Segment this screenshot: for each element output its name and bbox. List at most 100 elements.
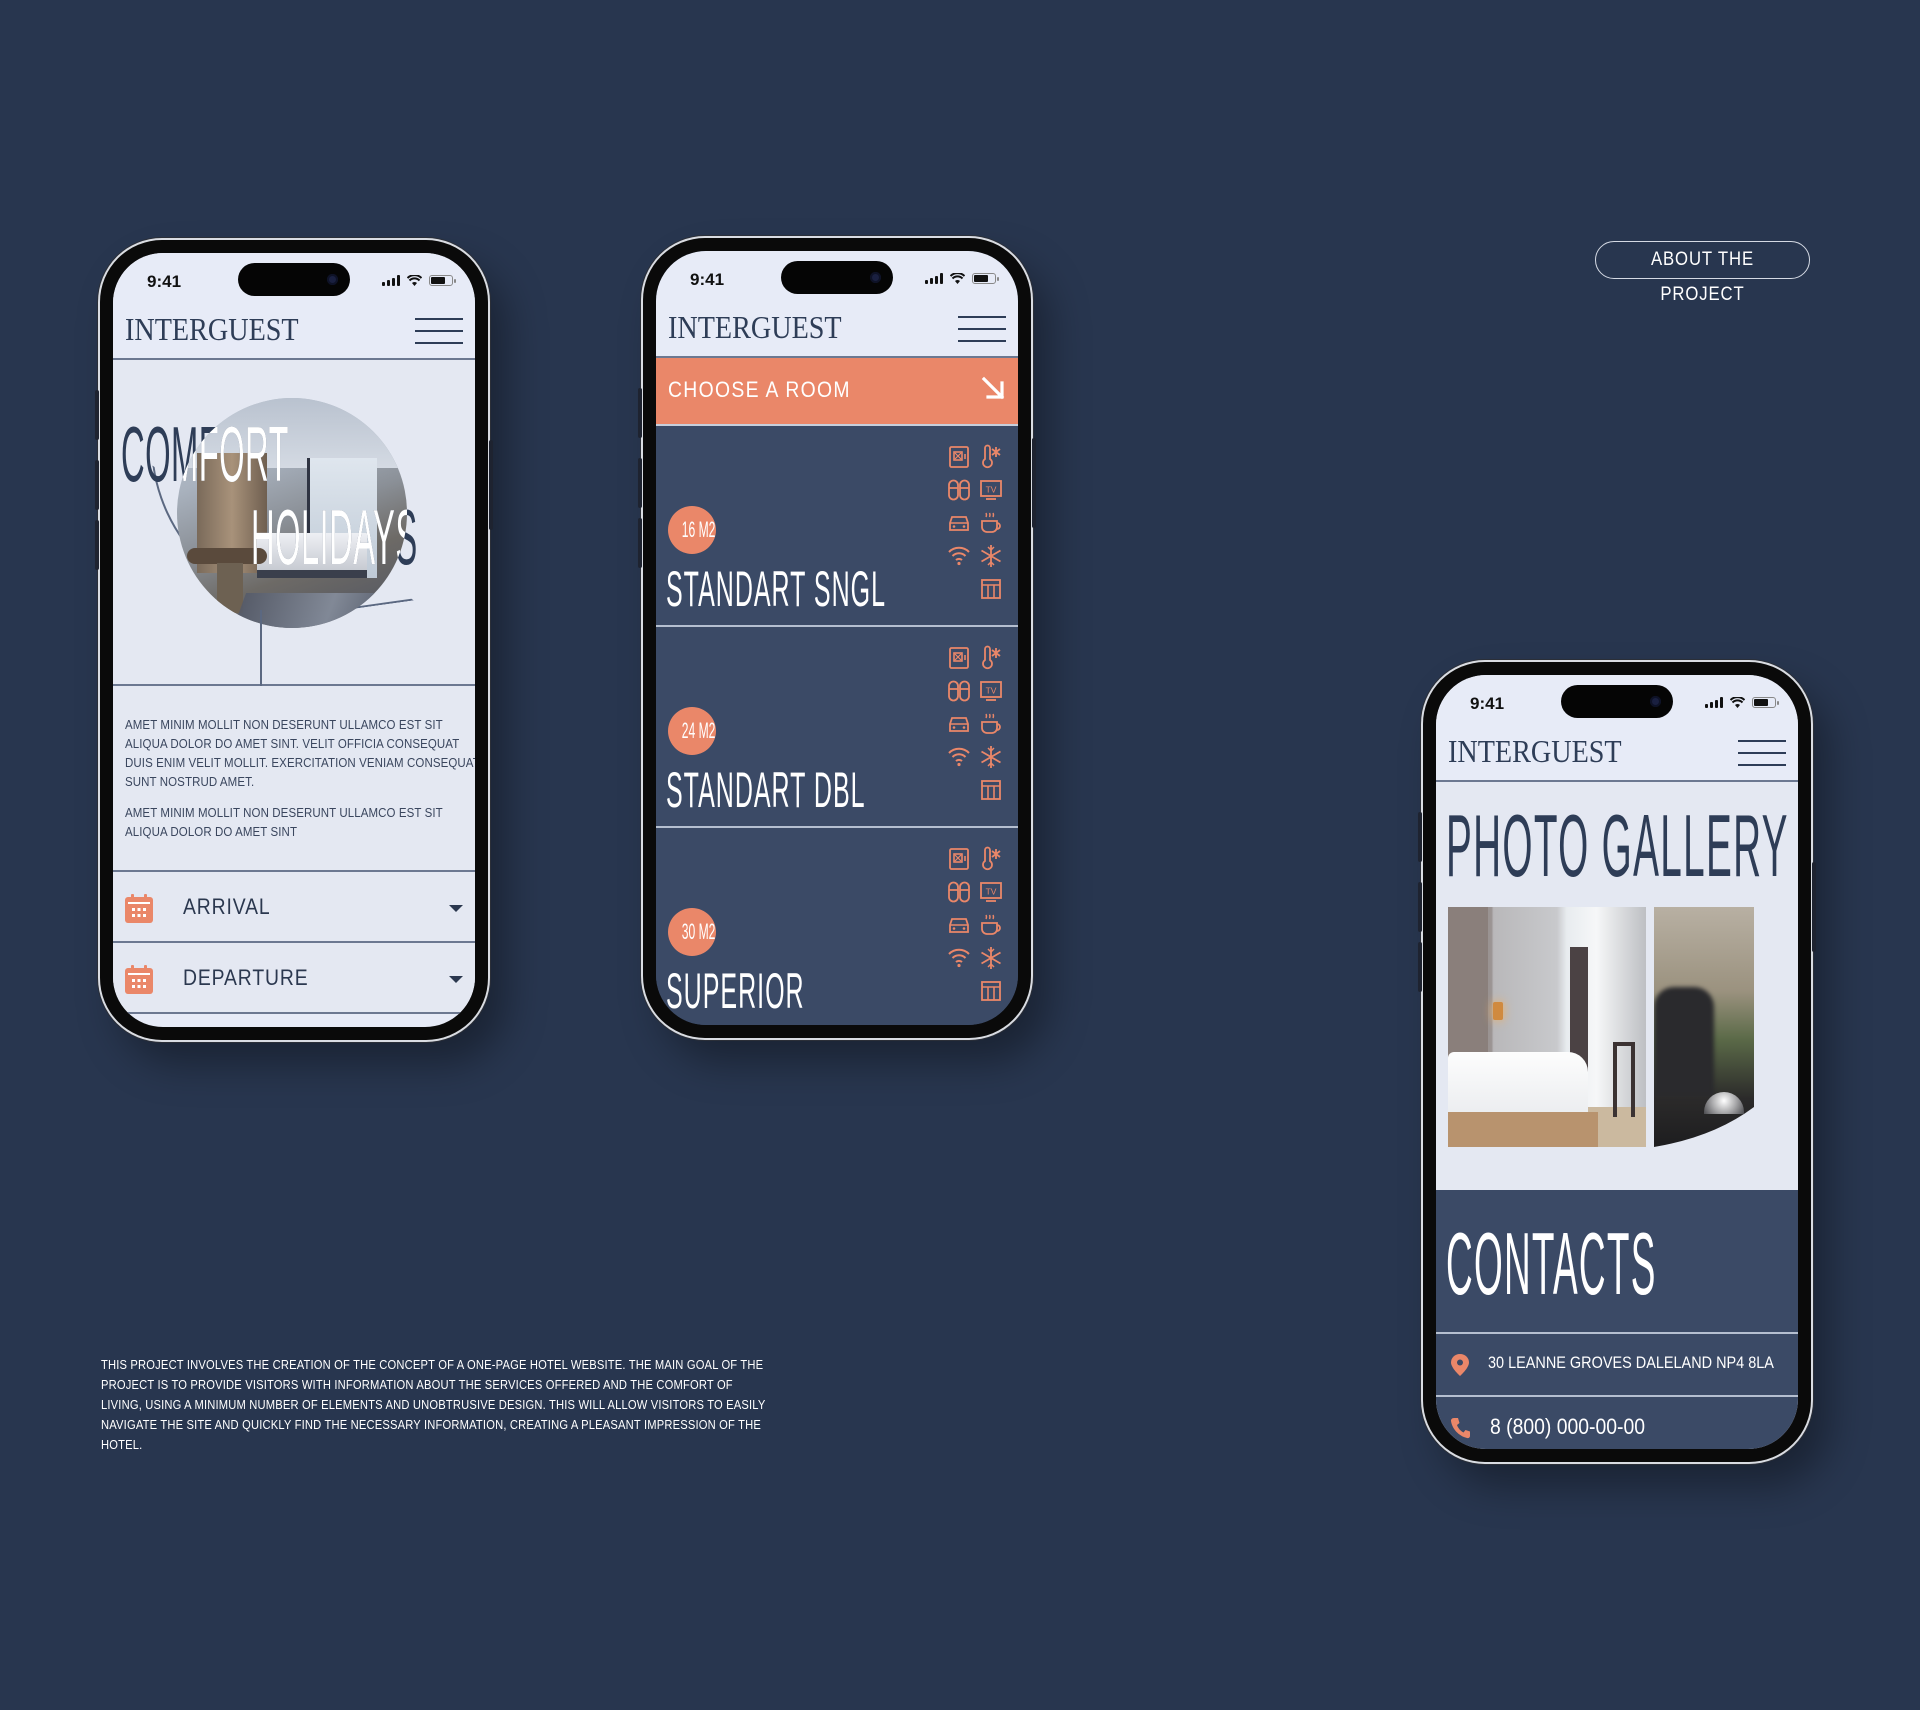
gallery-photo-bedroom[interactable]: [1448, 907, 1646, 1147]
tv-icon: TV: [980, 480, 1002, 500]
svg-text:TV: TV: [986, 887, 997, 897]
dynamic-island: [1561, 685, 1673, 718]
about-the-project-label: ABOUT THE PROJECT: [1650, 249, 1754, 305]
address-text: 30 LEANNE GROVES DALELAND NP4 8LA: [1488, 1353, 1774, 1372]
choose-a-room-button[interactable]: CHOOSE A ROOM: [656, 358, 1018, 426]
phone-screen: 9:41 INTERGUEST CHOOSE A ROOM 16 M2 STAN…: [656, 251, 1018, 1025]
phone-mockup-rooms: 9:41 INTERGUEST CHOOSE A ROOM 16 M2 STAN…: [638, 238, 1036, 1038]
hero-title-line-2-overlay: HOLIDAYS: [251, 493, 418, 581]
thermometer-cold-icon: [982, 444, 1001, 469]
status-time: 9:41: [690, 270, 725, 289]
phone-number-text: 8 (800) 000-00-00: [1490, 1414, 1645, 1439]
battery-icon: [429, 275, 456, 286]
wifi-icon: [948, 546, 970, 566]
choose-a-room-label: CHOOSE A ROOM: [668, 377, 851, 402]
safe-icon: [949, 848, 969, 870]
phone-mockup-home: 9:41 INTERGUEST COMFORT HOLIDAYS COMFORT…: [95, 240, 493, 1040]
phone-icon: [1450, 1418, 1470, 1439]
room-area-badge: 30 M2: [668, 908, 716, 956]
slippers-icon: [948, 881, 970, 903]
room-card[interactable]: 24 M2 STANDART DBL TV: [656, 627, 1018, 828]
app-header: INTERGUEST: [656, 303, 1018, 358]
room-name: SUPERIOR: [666, 963, 805, 1019]
phone-screen: 9:41 INTERGUEST COMFORT HOLIDAYS COMFORT…: [113, 253, 475, 1027]
room-name: STANDART SNGL: [666, 561, 886, 617]
phone-mockup-gallery-contacts: 9:41 INTERGUEST PHOTO GALLERY CONTACTS 3…: [1418, 662, 1816, 1462]
thermometer-cold-icon: [982, 645, 1001, 670]
wifi-icon: [407, 275, 422, 286]
amenity-icons: TV: [946, 645, 1010, 810]
dynamic-island: [238, 263, 350, 296]
hamburger-menu-icon[interactable]: [1738, 740, 1786, 766]
contacts-section: CONTACTS 30 LEANNE GROVES DALELAND NP4 8…: [1436, 1190, 1798, 1449]
camera-icon: [1650, 696, 1661, 707]
thermometer-cold-icon: [982, 846, 1001, 871]
hero-section: COMFORT HOLIDAYS COMFORT HOLIDAYS: [113, 360, 475, 686]
departure-date-select[interactable]: DEPARTURE: [113, 943, 475, 1014]
car-icon: [949, 717, 969, 732]
wifi-icon: [1730, 697, 1745, 708]
arrival-date-select[interactable]: ARRIVAL: [113, 872, 475, 943]
svg-text:TV: TV: [986, 686, 997, 696]
hot-drink-icon: [981, 914, 1001, 935]
chevron-down-icon[interactable]: [449, 976, 463, 983]
wifi-icon: [950, 273, 965, 284]
gallery-title: PHOTO GALLERY: [1446, 796, 1789, 895]
status-bar: 9:41: [1436, 675, 1798, 727]
phone-row[interactable]: 8 (800) 000-00-00: [1436, 1395, 1798, 1449]
status-time: 9:41: [1470, 694, 1505, 713]
hot-drink-icon: [981, 512, 1001, 533]
status-bar: 9:41: [113, 253, 475, 305]
calendar-icon: [125, 894, 153, 923]
room-area-badge: 24 M2: [668, 707, 716, 755]
car-icon: [949, 918, 969, 933]
photo-gallery-section: PHOTO GALLERY: [1436, 782, 1798, 1190]
intro-paragraph: AMET MINIM MOLLIT NON DESERUNT ULLAMCO E…: [125, 718, 475, 789]
safe-icon: [949, 446, 969, 468]
wardrobe-icon: [981, 579, 1001, 599]
room-card[interactable]: 30 M2 SUPERIOR TV: [656, 828, 1018, 1025]
svg-text:TV: TV: [986, 485, 997, 495]
cellular-signal-icon: [382, 275, 400, 286]
chevron-down-icon[interactable]: [449, 905, 463, 912]
hero-title-overlay: COMFORT HOLIDAYS: [177, 398, 418, 628]
battery-icon: [1752, 697, 1779, 708]
status-time: 9:41: [147, 272, 182, 291]
gallery-photo-reception[interactable]: [1654, 907, 1754, 1147]
snowflake-icon: [981, 545, 1001, 567]
address-row[interactable]: 30 LEANNE GROVES DALELAND NP4 8LA: [1436, 1332, 1798, 1395]
brand-logo[interactable]: INTERGUEST: [1448, 733, 1622, 770]
snowflake-icon: [981, 746, 1001, 768]
location-pin-icon: [1451, 1354, 1469, 1376]
arrow-down-right-icon: [981, 376, 1005, 400]
cellular-signal-icon: [925, 273, 943, 284]
amenity-icons: TV: [946, 444, 1010, 609]
wardrobe-icon: [981, 981, 1001, 1001]
project-description: THIS PROJECT INVOLVES THE CREATION OF TH…: [101, 1357, 766, 1452]
dynamic-island: [781, 261, 893, 294]
hot-drink-icon: [981, 713, 1001, 734]
slippers-icon: [948, 680, 970, 702]
hamburger-menu-icon[interactable]: [415, 318, 463, 344]
wifi-icon: [948, 948, 970, 968]
brand-logo[interactable]: INTERGUEST: [668, 309, 842, 346]
calendar-icon: [125, 965, 153, 994]
amenity-icons: TV: [946, 846, 1010, 1011]
status-bar: 9:41: [656, 251, 1018, 303]
intro-text-section: AMET MINIM MOLLIT NON DESERUNT ULLAMCO E…: [113, 686, 475, 872]
contacts-title: CONTACTS: [1446, 1214, 1657, 1313]
hamburger-menu-icon[interactable]: [958, 316, 1006, 342]
car-icon: [949, 516, 969, 531]
camera-icon: [870, 272, 881, 283]
departure-label: DEPARTURE: [183, 965, 309, 990]
room-card[interactable]: 16 M2 STANDART SNGL TV: [656, 426, 1018, 627]
cellular-signal-icon: [1705, 697, 1723, 708]
tv-icon: TV: [980, 882, 1002, 902]
arrival-label: ARRIVAL: [183, 894, 271, 919]
app-header: INTERGUEST: [113, 305, 475, 360]
wifi-icon: [948, 747, 970, 767]
safe-icon: [949, 647, 969, 669]
about-the-project-button[interactable]: ABOUT THE PROJECT: [1595, 241, 1810, 305]
app-header: INTERGUEST: [1436, 727, 1798, 782]
brand-logo[interactable]: INTERGUEST: [125, 311, 299, 348]
